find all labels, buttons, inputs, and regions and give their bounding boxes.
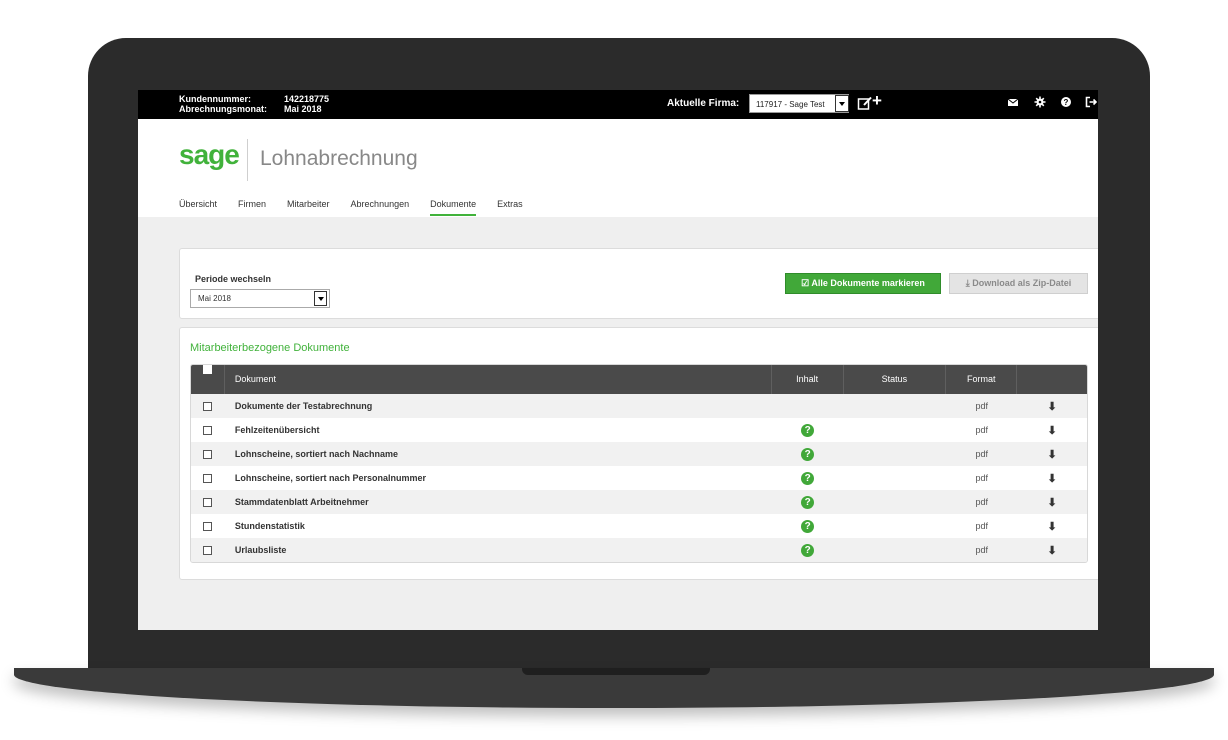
help-icon[interactable]: ? [801, 519, 815, 533]
top-bar: Kundennummer: 142218775 Abrechnungsmonat:… [138, 90, 1098, 119]
row-checkbox[interactable] [203, 497, 213, 507]
format-cell: pdf [975, 473, 988, 483]
format-cell: pdf [975, 521, 988, 531]
edit-icon[interactable] [857, 95, 873, 115]
help-icon[interactable]: ? [1060, 95, 1072, 113]
document-name: Urlaubsliste [234, 545, 287, 555]
document-name: Lohnscheine, sortiert nach Nachname [234, 449, 398, 459]
download-icon[interactable]: ⬇ [1047, 400, 1056, 413]
download-icon[interactable]: ⬇ [1047, 520, 1056, 533]
current-company-label: Aktuelle Firma: [667, 98, 740, 109]
checkbox-icon: ☑ [801, 278, 810, 288]
table-row[interactable]: Urlaubsliste ? pdf ⬇ [191, 538, 1087, 562]
logout-icon[interactable] [1085, 95, 1098, 113]
download-icon[interactable]: ⬇ [1047, 496, 1056, 509]
help-icon[interactable]: ? [801, 447, 815, 461]
format-cell: pdf [975, 401, 988, 411]
customer-number-value: 142218775 [284, 94, 330, 104]
col-dokument[interactable]: Dokument [225, 365, 772, 394]
col-format[interactable]: Format [946, 365, 1018, 394]
document-name: Fehlzeitenübersicht [234, 425, 320, 435]
billing-month-value: Mai 2018 [284, 104, 322, 114]
documents-title: Mitarbeiterbezogene Dokumente [190, 342, 350, 354]
period-label: Periode wechseln [195, 274, 272, 284]
mail-icon[interactable] [1007, 95, 1019, 113]
period-select[interactable]: Mai 2018 [190, 289, 330, 308]
table-row[interactable]: Stundenstatistik ? pdf ⬇ [191, 514, 1087, 538]
table-row[interactable]: Stammdatenblatt Arbeitnehmer ? pdf ⬇ [191, 490, 1087, 514]
download-zip-button[interactable]: ⤓ Download als Zip-Datei [949, 273, 1088, 294]
table-row[interactable]: Lohnscheine, sortiert nach Nachname ? pd… [191, 442, 1087, 466]
company-select[interactable]: 117917 - Sage Test [749, 94, 849, 113]
help-icon[interactable]: ? [801, 423, 815, 437]
document-name: Stammdatenblatt Arbeitnehmer [234, 497, 369, 507]
period-select-arrow[interactable] [314, 291, 327, 306]
documents-table: Dokument Inhalt Status Format Dokumente … [190, 364, 1088, 563]
product-name: Lohnabrechnung [260, 147, 418, 170]
download-icon[interactable]: ⬇ [1047, 472, 1056, 485]
download-icon: ⤓ [965, 278, 970, 288]
table-row[interactable]: Lohnscheine, sortiert nach Personalnumme… [191, 466, 1087, 490]
select-all-checkbox[interactable] [202, 365, 212, 374]
help-icon[interactable]: ? [801, 471, 815, 485]
mark-all-label: Alle Dokumente markieren [811, 278, 925, 288]
logo-divider [247, 139, 248, 181]
period-panel: Periode wechseln Mai 2018 ☑ Alle Dokumen… [179, 248, 1098, 319]
svg-text:?: ? [1064, 98, 1069, 107]
row-checkbox[interactable] [203, 473, 213, 483]
screen: Kundennummer: 142218775 Abrechnungsmonat:… [138, 90, 1098, 630]
col-download [1017, 365, 1087, 394]
settings-icon[interactable] [1034, 95, 1046, 113]
row-checkbox[interactable] [203, 545, 213, 555]
mark-all-button[interactable]: ☑ Alle Dokumente markieren [785, 273, 941, 294]
format-cell: pdf [975, 497, 988, 507]
download-icon[interactable]: ⬇ [1047, 448, 1056, 461]
customer-number-label: Kundennummer: [179, 94, 251, 104]
download-zip-label: Download als Zip-Datei [972, 278, 1072, 288]
row-checkbox[interactable] [203, 425, 213, 435]
nav-extras[interactable]: Extras [497, 199, 523, 215]
laptop-notch [522, 668, 710, 675]
format-cell: pdf [975, 545, 988, 555]
document-name: Stundenstatistik [234, 521, 305, 531]
help-icon[interactable]: ? [801, 543, 815, 557]
format-cell: pdf [975, 449, 988, 459]
help-icon[interactable]: ? [801, 495, 815, 509]
row-checkbox[interactable] [203, 449, 213, 459]
col-inhalt[interactable]: Inhalt [772, 365, 844, 394]
billing-month-label: Abrechnungsmonat: [179, 104, 268, 114]
row-checkbox[interactable] [203, 521, 213, 531]
document-name: Dokumente der Testabrechnung [234, 401, 373, 411]
nav-abrechnungen[interactable]: Abrechnungen [351, 199, 410, 215]
app-header: sage Lohnabrechnung Übersicht Firmen Mit… [138, 119, 1098, 217]
nav-mitarbeiter[interactable]: Mitarbeiter [287, 199, 330, 215]
company-select-arrow[interactable] [835, 95, 849, 112]
table-row[interactable]: Dokumente der Testabrechnung pdf ⬇ [191, 394, 1087, 418]
nav-dokumente[interactable]: Dokumente [430, 199, 477, 216]
select-all-checkbox-cell [191, 365, 225, 394]
download-icon[interactable]: ⬇ [1047, 544, 1056, 557]
account-info: Kundennummer: 142218775 Abrechnungsmonat:… [179, 94, 329, 114]
nav-firmen[interactable]: Firmen [238, 199, 266, 215]
table-header: Dokument Inhalt Status Format [191, 365, 1087, 394]
sage-logo[interactable]: sage [179, 139, 240, 171]
period-select-value: Mai 2018 [198, 294, 231, 303]
plus-icon[interactable]: + [872, 92, 882, 109]
document-name: Lohnscheine, sortiert nach Personalnumme… [234, 473, 426, 483]
col-status[interactable]: Status [844, 365, 947, 394]
table-row[interactable]: Fehlzeitenübersicht ? pdf ⬇ [191, 418, 1087, 442]
download-icon[interactable]: ⬇ [1047, 424, 1056, 437]
documents-panel: Mitarbeiterbezogene Dokumente Dokument I… [179, 327, 1098, 580]
main-nav: Übersicht Firmen Mitarbeiter Abrechnunge… [179, 199, 544, 216]
nav-uebersicht[interactable]: Übersicht [179, 199, 217, 215]
format-cell: pdf [975, 425, 988, 435]
row-checkbox[interactable] [203, 401, 213, 411]
